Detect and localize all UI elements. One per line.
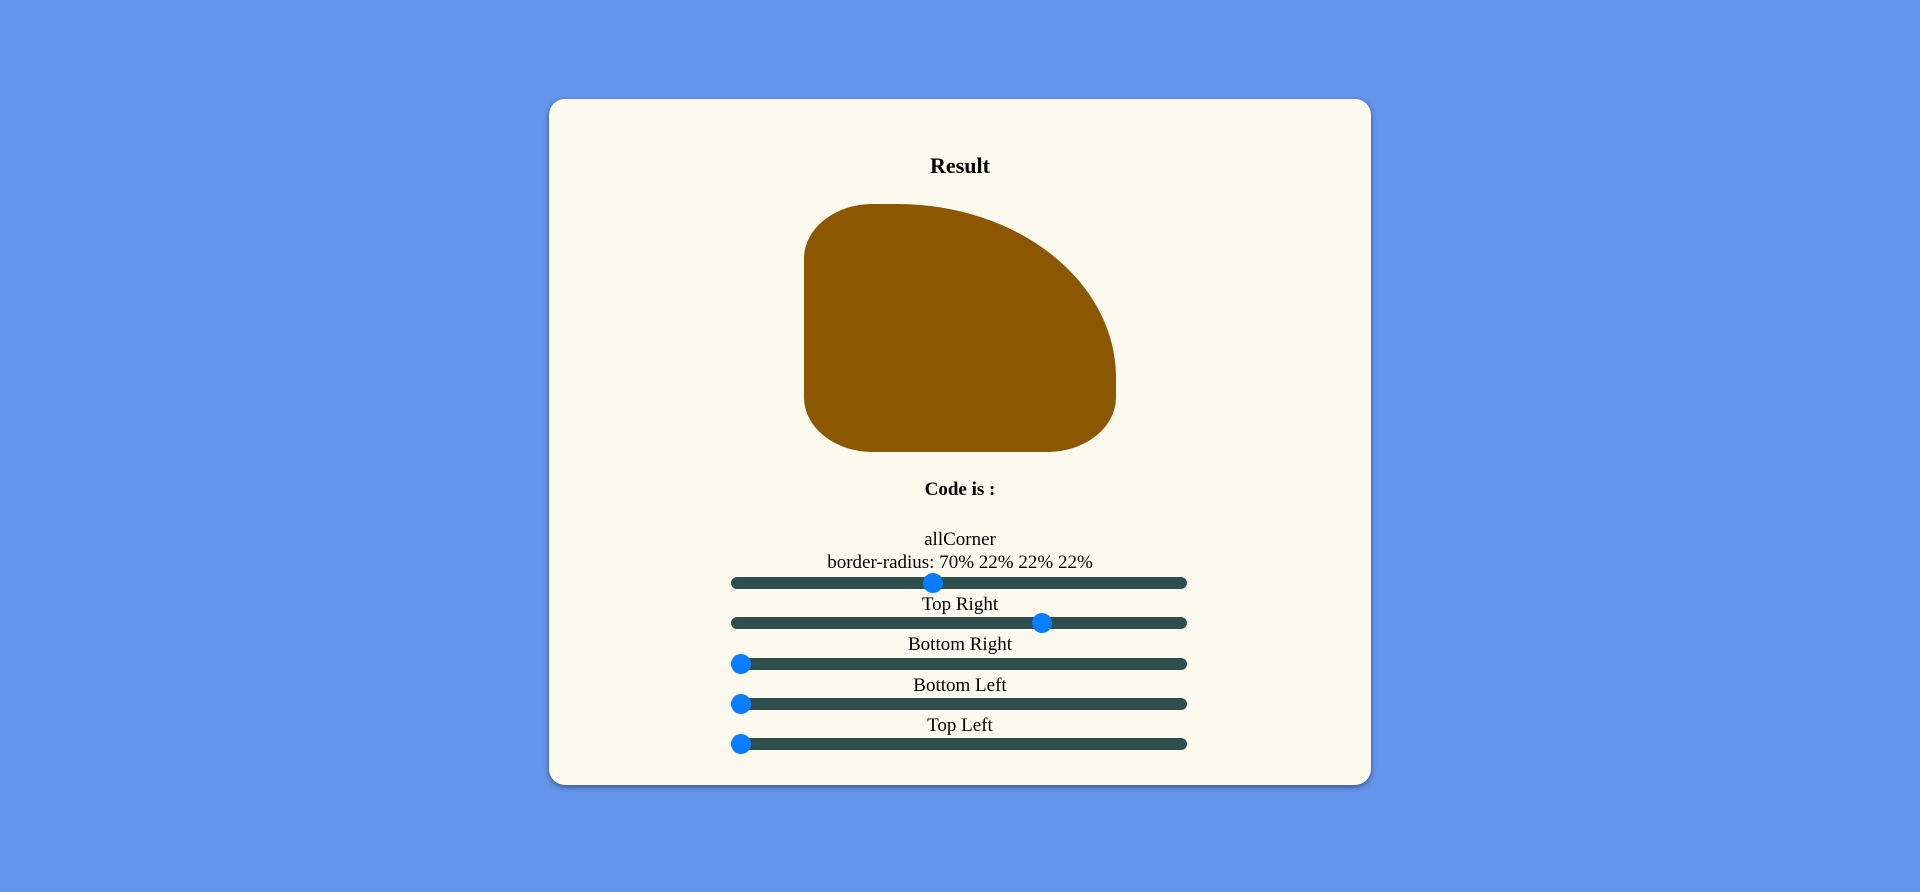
slider-top-left[interactable] bbox=[731, 734, 1187, 754]
code-label: allCorner bbox=[924, 529, 996, 550]
slider-bottom-left[interactable] bbox=[731, 694, 1187, 714]
slider-top-right[interactable] bbox=[731, 613, 1187, 633]
slider-thumb[interactable] bbox=[731, 694, 751, 714]
label-top-right: Top Right bbox=[921, 594, 999, 615]
slider-all-corner[interactable] bbox=[731, 573, 1187, 593]
result-shape bbox=[804, 204, 1116, 452]
slider-thumb[interactable] bbox=[1031, 613, 1052, 633]
slider-thumb[interactable] bbox=[922, 573, 943, 593]
label-bottom-left: Bottom Left bbox=[913, 675, 1007, 696]
slider-thumb[interactable] bbox=[731, 734, 751, 754]
result-title: Result bbox=[930, 153, 990, 178]
code-title: Code is : bbox=[924, 479, 996, 500]
border-radius-card: Result Code is : allCorner border-radius… bbox=[549, 99, 1371, 785]
slider-thumb[interactable] bbox=[731, 654, 751, 674]
label-bottom-right: Bottom Right bbox=[908, 634, 1012, 655]
slider-bottom-right[interactable] bbox=[731, 654, 1187, 674]
label-top-left: Top Left bbox=[927, 715, 993, 736]
code-value: border-radius: 70% 22% 22% 22% bbox=[827, 552, 1093, 573]
